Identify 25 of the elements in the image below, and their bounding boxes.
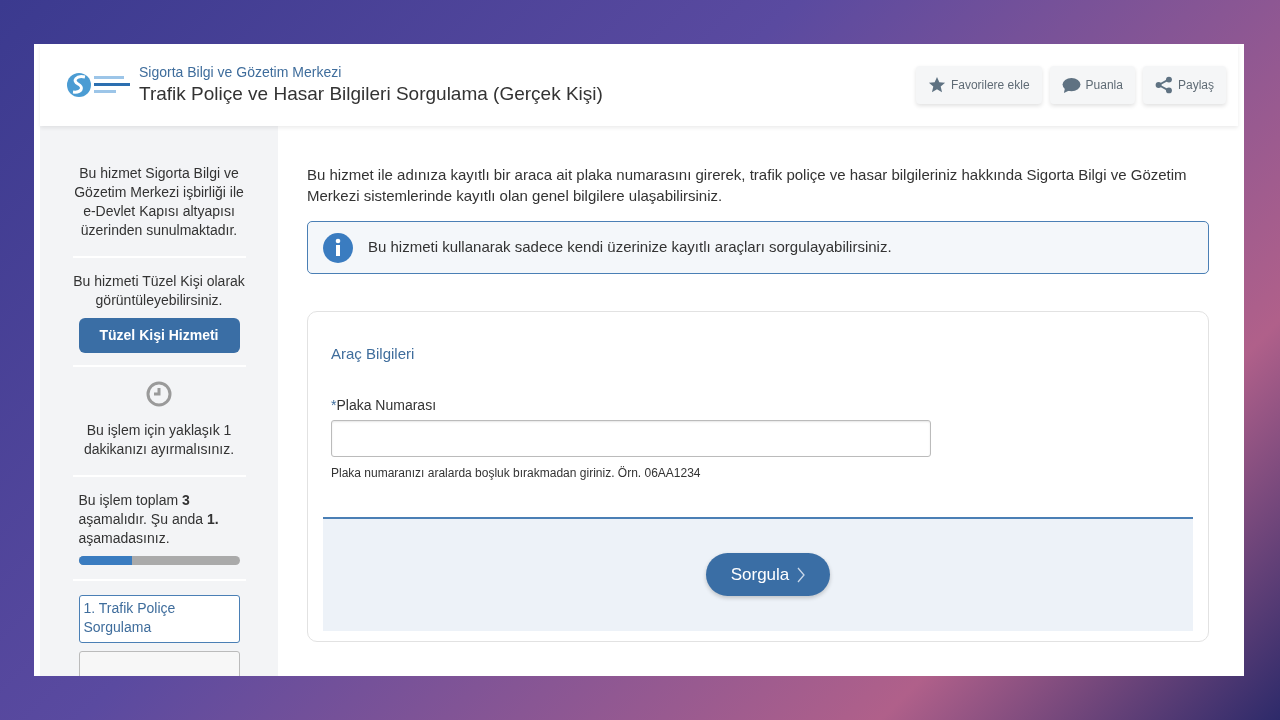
speech-bubble-icon [1061, 76, 1081, 94]
service-description: Bu hizmet ile adınıza kayıtlı bir araca ait plaka numarasını girerek, trafik poliçe ve hasar bilgileriniz hakkında Sigorta Bilgi ve Gözetim Merkezi sistemlerinde kayıtlı olan genel bilgilere ulaşabilirsiniz. [307, 165, 1188, 206]
logo-icon [66, 70, 132, 100]
favorite-button[interactable]: Favorilere ekle [915, 66, 1042, 104]
share-button[interactable]: Paylaş [1142, 66, 1226, 104]
section-title: Araç Bilgileri [331, 344, 416, 364]
step-item[interactable]: 1. Trafik Poliçe Sorgulama [78, 595, 240, 643]
page-title: Trafik Poliçe ve Hasar Bilgileri Sorgulama (Gerçek Kişi) [139, 82, 603, 106]
progress-note: Bu işlem toplam 3 aşamalıdır. Şu anda 1. aşamadasınız. [77, 491, 220, 548]
plate-number-field[interactable] [331, 419, 931, 457]
organization-name[interactable]: Sigorta Bilgi ve Gözetim Merkezi [139, 63, 603, 81]
field-label: *Plaka Numarası [331, 395, 438, 415]
provider-note: Bu hizmet Sigorta Bilgi ve Gözetim Merkezi işbirliği ile e-Devlet Kapısı altyapısı üzerinden sunulmaktadır. [72, 164, 246, 258]
field-help: Plaka numaranızı aralarda boşluk bırakmadan giriniz. Örn. 06AA1234 [331, 464, 702, 482]
submit-button[interactable]: Sorgula [705, 553, 831, 596]
switch-note: Bu hizmeti Tüzel Kişi olarak görüntüleyebilirsiniz. [72, 272, 246, 310]
clock-icon [146, 381, 172, 407]
rate-button[interactable]: Puanla [1049, 66, 1135, 104]
chevron-right-icon [797, 566, 806, 583]
duration-note: Bu işlem için yaklaşık 1 dakikanızı ayırmalısınız. [72, 421, 246, 477]
corporate-service-button[interactable]: Tüzel Kişi Hizmeti [78, 318, 240, 353]
star-icon [927, 76, 946, 94]
info-icon [323, 232, 353, 263]
share-icon [1154, 76, 1173, 94]
info-message: Bu hizmeti kullanarak sadece kendi üzerinize kayıtlı araçları sorgulayabilirsiniz. [368, 237, 892, 258]
